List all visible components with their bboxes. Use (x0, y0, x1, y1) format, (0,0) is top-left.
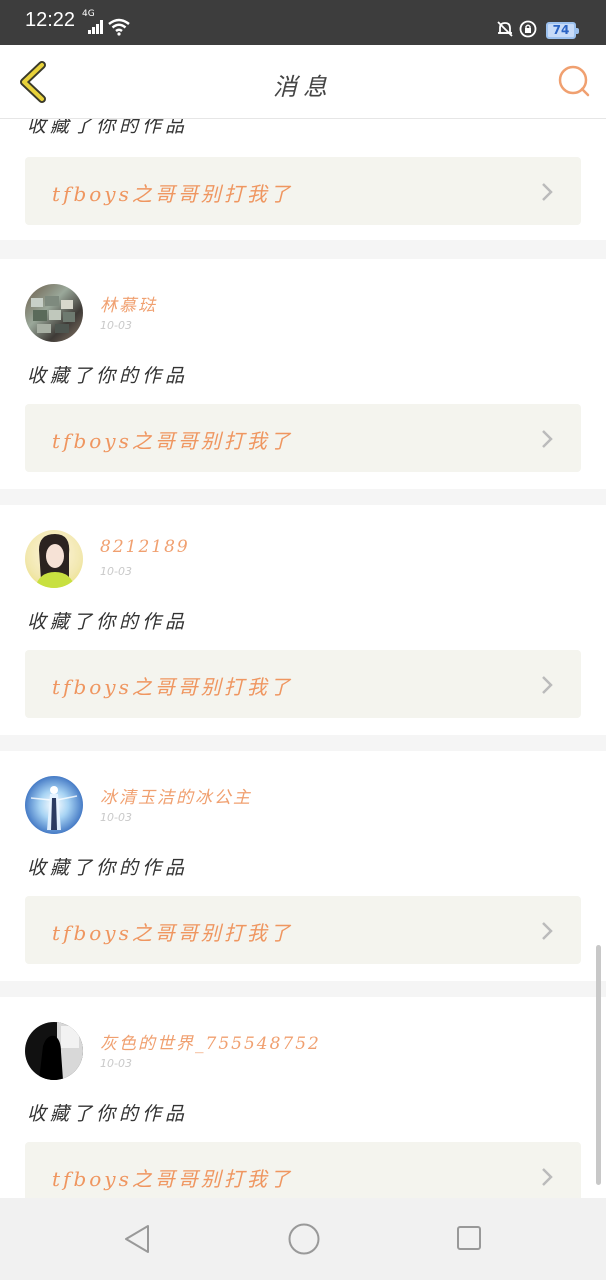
work-link[interactable]: tfboys之哥哥别打我了 (25, 157, 581, 225)
work-title: tfboys之哥哥别打我了 (52, 182, 293, 206)
chevron-right-icon (542, 676, 553, 694)
scrollbar[interactable] (596, 945, 601, 1185)
user-name[interactable]: 林慕琺 (100, 291, 157, 316)
status-time: 12:22 (25, 9, 76, 31)
work-link[interactable]: tfboys之哥哥别打我了 (25, 404, 581, 472)
message-card: 灰色的世界_755548752 10-03 收藏了你的作品 tfboys之哥哥别… (0, 997, 606, 1198)
user-name[interactable]: 8212189 (100, 537, 190, 557)
chevron-right-icon (542, 1168, 553, 1186)
search-icon[interactable] (556, 63, 592, 99)
bell-muted-icon (497, 21, 513, 37)
page-title: 消息 (273, 73, 333, 101)
work-title: tfboys之哥哥别打我了 (52, 1167, 293, 1191)
chevron-right-icon (542, 430, 553, 448)
message-card: 收藏了你的作品 tfboys之哥哥别打我了 (0, 119, 606, 240)
message-action: 收藏了你的作品 (27, 365, 189, 387)
message-date: 10-03 (100, 319, 132, 332)
status-bar: 12:22 4G 74 (0, 0, 606, 45)
chevron-right-icon (542, 183, 553, 201)
message-date: 10-03 (100, 565, 132, 578)
nav-home-icon[interactable] (287, 1222, 321, 1256)
message-card: 冰清玉洁的冰公主 10-03 收藏了你的作品 tfboys之哥哥别打我了 (0, 751, 606, 981)
work-link[interactable]: tfboys之哥哥别打我了 (25, 1142, 581, 1198)
message-card: 林慕琺 10-03 收藏了你的作品 tfboys之哥哥别打我了 (0, 259, 606, 489)
nav-recent-apps-icon[interactable] (455, 1224, 483, 1252)
message-date: 10-03 (100, 811, 132, 824)
battery-indicator: 74 (546, 22, 579, 39)
message-action: 收藏了你的作品 (27, 119, 189, 137)
system-nav-bar (0, 1198, 606, 1280)
nav-back-icon[interactable] (122, 1222, 152, 1256)
work-title: tfboys之哥哥别打我了 (52, 429, 293, 453)
avatar[interactable] (25, 284, 83, 342)
work-link[interactable]: tfboys之哥哥别打我了 (25, 650, 581, 718)
chevron-right-icon (542, 922, 553, 940)
avatar[interactable] (25, 776, 83, 834)
signal-icon (88, 20, 103, 34)
avatar[interactable] (25, 1022, 83, 1080)
message-feed[interactable]: 收藏了你的作品 tfboys之哥哥别打我了 林慕琺 10-03 收藏了你的作品 … (0, 119, 606, 1198)
message-action: 收藏了你的作品 (27, 857, 189, 879)
rotation-lock-icon (519, 20, 537, 38)
message-date: 10-03 (100, 1057, 132, 1070)
app-header: 消息 (0, 45, 606, 119)
work-link[interactable]: tfboys之哥哥别打我了 (25, 896, 581, 964)
user-name[interactable]: 冰清玉洁的冰公主 (100, 783, 252, 808)
message-card: 8212189 10-03 收藏了你的作品 tfboys之哥哥别打我了 (0, 505, 606, 735)
work-title: tfboys之哥哥别打我了 (52, 675, 293, 699)
user-name[interactable]: 灰色的世界_755548752 (100, 1029, 321, 1054)
message-action: 收藏了你的作品 (27, 1103, 189, 1125)
avatar[interactable] (25, 530, 83, 588)
wifi-icon (108, 18, 130, 36)
network-type: 4G (82, 9, 95, 19)
message-action: 收藏了你的作品 (27, 611, 189, 633)
work-title: tfboys之哥哥别打我了 (52, 921, 293, 945)
